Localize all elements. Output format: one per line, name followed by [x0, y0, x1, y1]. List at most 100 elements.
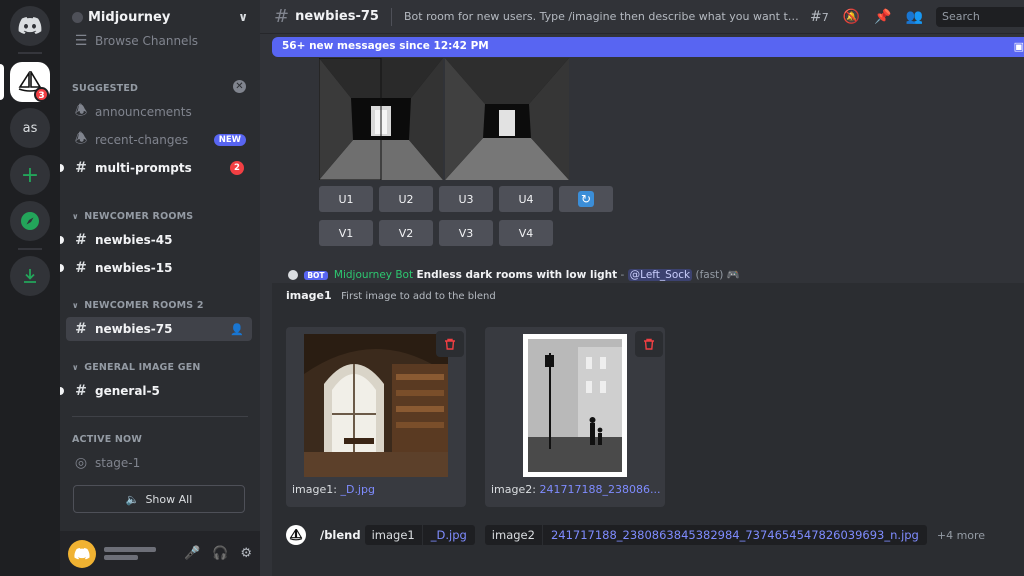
- message-dash: -: [620, 269, 625, 281]
- new-messages-banner[interactable]: 56+ new messages since 12:42 PM ▣: [272, 37, 1024, 57]
- category-label: NEWCOMER ROOMS 2: [84, 300, 204, 311]
- redacted-username: [104, 544, 156, 563]
- chevron-down-icon: ∨: [72, 363, 79, 372]
- channel-title: newbies-75: [295, 9, 379, 24]
- gear-icon[interactable]: ⚙: [240, 546, 252, 561]
- channel-label: multi-prompts: [95, 161, 192, 175]
- channel-newbies-75[interactable]: # newbies-75 👤: [66, 317, 252, 341]
- category-label: SUGGESTED: [72, 83, 139, 94]
- variation-1-button[interactable]: V1: [319, 220, 373, 246]
- command-name: /blend: [320, 528, 361, 542]
- search-input[interactable]: Search: [936, 7, 1024, 27]
- option-chip-image2[interactable]: image2 241717188_2380863845382984_737465…: [484, 525, 927, 545]
- sidebar-divider: [72, 416, 248, 417]
- grid-image-left[interactable]: [319, 58, 443, 180]
- server-rail: 3 as +: [0, 0, 60, 576]
- invite-user-icon[interactable]: 👤: [230, 323, 244, 336]
- attachment-card[interactable]: image2: 241717188_238086...: [485, 327, 665, 507]
- main-chat: # newbies-75 Bot room for new users. Typ…: [260, 0, 1024, 576]
- stage-icon: ◎: [74, 455, 88, 471]
- attachment-card[interactable]: image1: _D.jpg: [286, 327, 466, 507]
- pin-icon[interactable]: 📌: [874, 9, 891, 25]
- delete-attachment-button[interactable]: [436, 331, 464, 357]
- delete-attachment-button[interactable]: [635, 331, 663, 357]
- show-all-button[interactable]: 🔈 Show All: [73, 485, 245, 513]
- category-label: ACTIVE NOW: [72, 434, 142, 445]
- plus-icon: +: [20, 162, 40, 188]
- explore-servers-button[interactable]: [10, 201, 50, 241]
- attachment-file-link[interactable]: _D.jpg: [340, 483, 375, 496]
- discord-home-button[interactable]: [10, 6, 50, 46]
- category-newcomer-rooms[interactable]: ∨ NEWCOMER ROOMS: [72, 211, 193, 222]
- upscale-1-button[interactable]: U1: [319, 186, 373, 212]
- channel-label: newbies-15: [95, 261, 173, 275]
- add-server-button[interactable]: +: [10, 155, 50, 195]
- mute-bell-icon[interactable]: 🔕: [843, 9, 860, 25]
- new-messages-text: 56+ new messages since 12:42 PM: [282, 40, 489, 52]
- dismiss-suggested-icon[interactable]: ✕: [233, 80, 246, 93]
- show-all-label: Show All: [145, 492, 193, 506]
- megaphone-icon: 🕭: [74, 103, 88, 119]
- command-input[interactable]: /blend image1 _D.jpg image2 241717188_23…: [286, 523, 1016, 547]
- unread-indicator: [60, 264, 64, 272]
- channel-newbies-45[interactable]: # newbies-45: [60, 228, 252, 252]
- option-chip-value: 241717188_2380863845382984_7374654547826…: [542, 525, 927, 545]
- channel-newbies-15[interactable]: # newbies-15: [60, 256, 252, 280]
- reroll-button[interactable]: ↻: [559, 186, 613, 212]
- user-mention[interactable]: @Left_Sock: [627, 269, 693, 281]
- download-apps-button[interactable]: [10, 256, 50, 296]
- unread-indicator: [60, 387, 64, 395]
- category-active-now: ACTIVE NOW: [72, 434, 142, 445]
- megaphone-icon: 🕭: [74, 131, 88, 147]
- attachment-file-link[interactable]: 241717188_238086...: [539, 483, 660, 496]
- channel-label: newbies-45: [95, 233, 173, 247]
- channel-recent-changes[interactable]: 🕭 recent-changes NEW: [66, 128, 252, 152]
- upscale-3-button[interactable]: U3: [439, 186, 493, 212]
- hash-icon: #: [75, 383, 87, 399]
- variation-2-button[interactable]: V2: [379, 220, 433, 246]
- channel-stage-1[interactable]: ◎ stage-1: [66, 451, 252, 475]
- channel-announcements[interactable]: 🕭 announcements: [66, 100, 252, 124]
- street-lamp-photo: [528, 339, 622, 472]
- variation-3-button[interactable]: V3: [439, 220, 493, 246]
- message-preview: BOT Midjourney Bot Endless dark rooms wi…: [288, 268, 1008, 284]
- category-newcomer-rooms-2[interactable]: ∨ NEWCOMER ROOMS 2: [72, 300, 204, 311]
- option-chip-image1[interactable]: image1 _D.jpg: [364, 525, 475, 545]
- member-list-icon[interactable]: 👥: [906, 9, 923, 25]
- browse-channels[interactable]: ☰ Browse Channels: [66, 29, 252, 53]
- variation-4-button[interactable]: V4: [499, 220, 553, 246]
- hash-icon: #: [75, 321, 87, 337]
- option-chip-key: image1: [364, 525, 422, 545]
- channel-multi-prompts[interactable]: # multi-prompts 2: [60, 156, 252, 180]
- upscale-2-button[interactable]: U2: [379, 186, 433, 212]
- attachment-label: image1:: [292, 483, 337, 496]
- upscale-4-button[interactable]: U4: [499, 186, 553, 212]
- microphone-muted-icon[interactable]: 🎤: [184, 546, 200, 561]
- hash-icon: #: [274, 6, 290, 27]
- discord-logo-icon: [18, 17, 42, 34]
- attachment-filename: image1: _D.jpg: [292, 483, 462, 496]
- channel-general-5[interactable]: # general-5: [60, 379, 252, 403]
- category-label: NEWCOMER ROOMS: [84, 211, 194, 222]
- category-suggested[interactable]: SUGGESTED: [72, 83, 138, 94]
- new-badge: NEW: [213, 134, 246, 146]
- channel-topic[interactable]: Bot room for new users. Type /imagine th…: [404, 10, 804, 23]
- chevron-down-icon: ∨: [238, 10, 248, 24]
- server-as[interactable]: as: [10, 108, 50, 148]
- mark-read-icon[interactable]: ▣: [1014, 40, 1024, 53]
- category-general-image-gen[interactable]: ∨ GENERAL IMAGE GEN: [72, 362, 201, 373]
- library-image: [304, 334, 448, 477]
- message-author[interactable]: Midjourney Bot: [334, 269, 413, 281]
- threads-icon[interactable]: #7: [810, 9, 829, 25]
- trash-icon: [644, 338, 654, 350]
- channel-label: recent-changes: [95, 133, 189, 147]
- avatar[interactable]: [68, 539, 96, 568]
- hash-icon: #: [75, 232, 87, 248]
- download-icon: [24, 269, 36, 283]
- channel-label: announcements: [95, 105, 192, 119]
- more-options-button[interactable]: +4 more: [937, 529, 985, 542]
- thread-count: 7: [821, 10, 829, 24]
- headphones-icon[interactable]: 🎧: [212, 546, 228, 561]
- attachment-label: image2:: [491, 483, 536, 496]
- grid-image-right[interactable]: [445, 58, 569, 180]
